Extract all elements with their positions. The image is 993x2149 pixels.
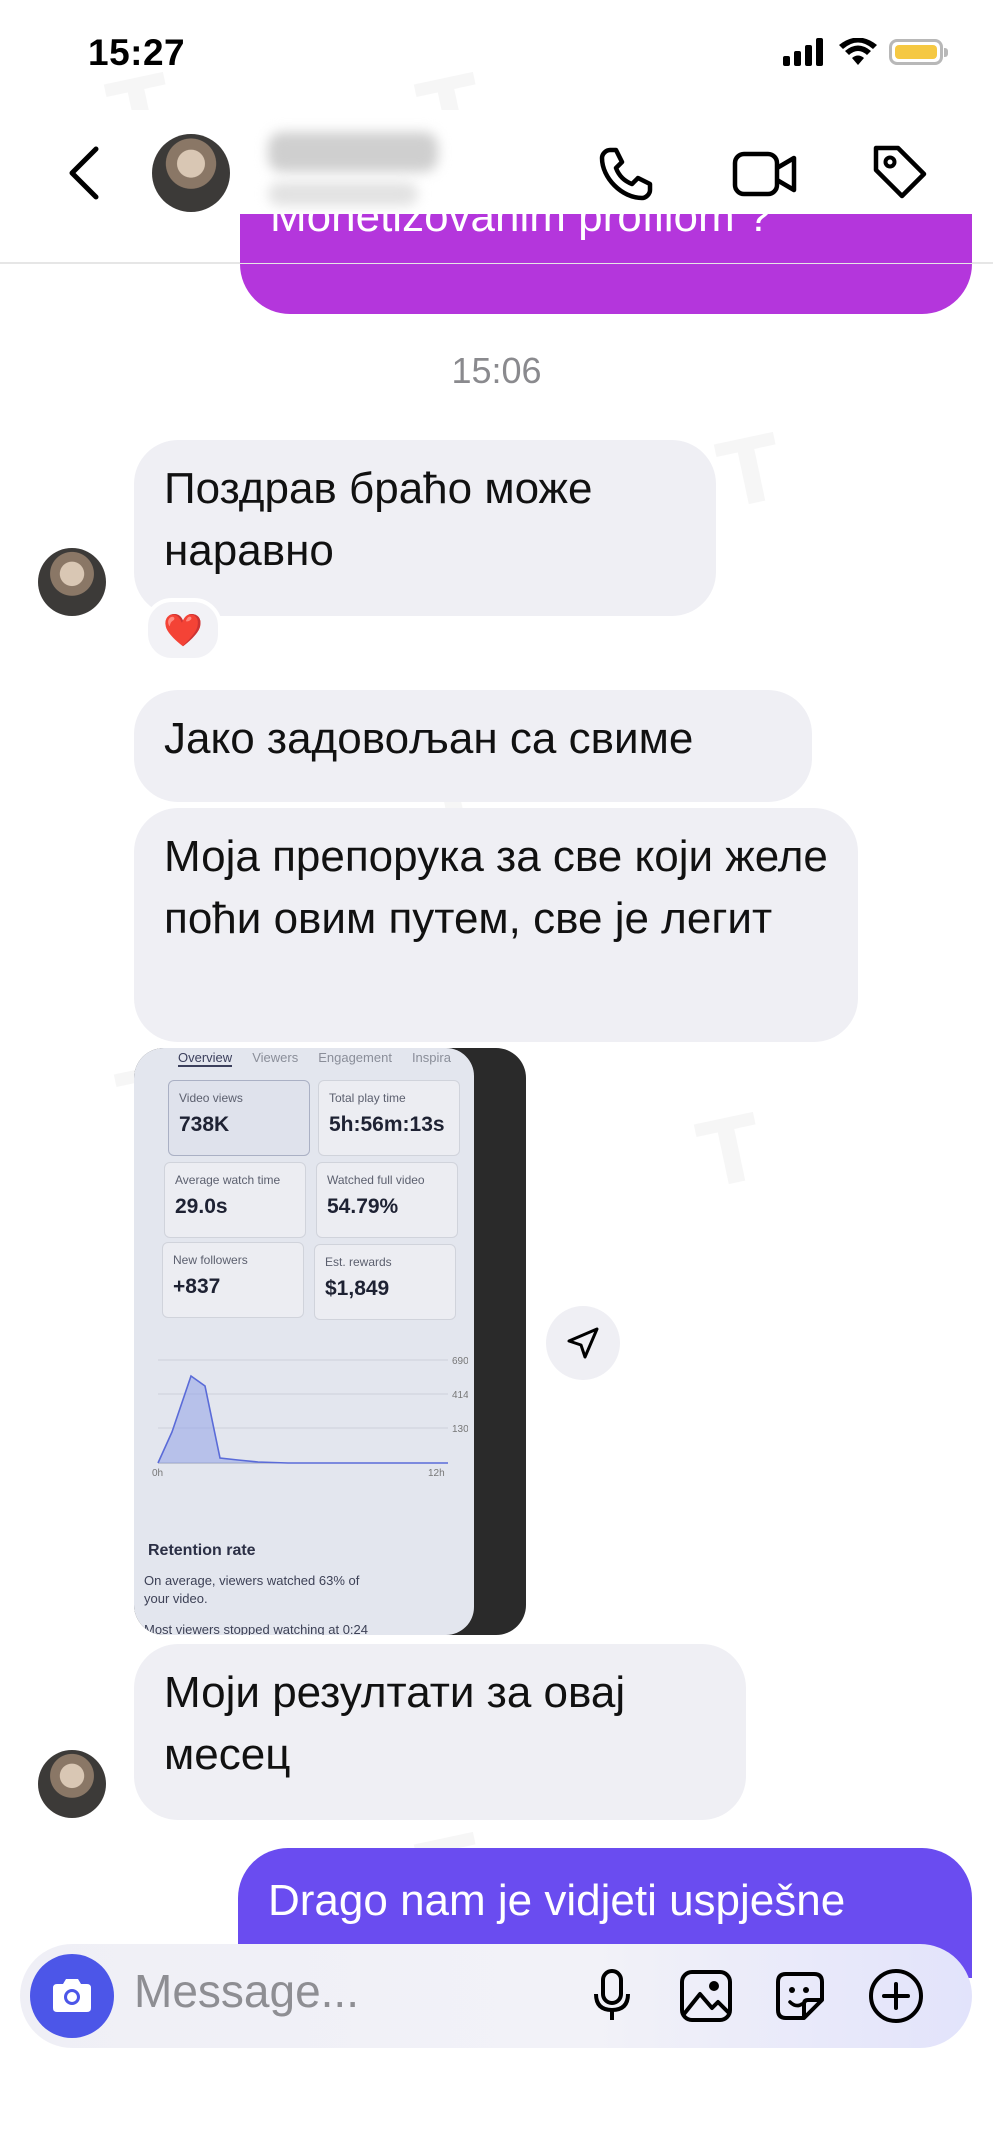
analytics-screenshot: Overview Viewers Engagement Inspira Vide… [134, 1048, 474, 1635]
sender-avatar[interactable] [38, 548, 106, 616]
incoming-message-bubble[interactable]: Поздрав браћо може наравно [134, 440, 716, 616]
incoming-message-bubble[interactable]: Моји резултати за овај месец [134, 1644, 746, 1820]
incoming-message-bubble[interactable]: Моја препорука за све који желе поћи ови… [134, 808, 858, 1042]
plus-circle-icon[interactable] [866, 1966, 926, 2026]
cellular-signal-icon [783, 38, 823, 66]
phone-icon[interactable] [598, 146, 654, 202]
contact-avatar[interactable] [152, 134, 230, 212]
message-timestamp: 15:06 [451, 350, 542, 391]
header-divider [0, 255, 993, 264]
chart-y-tick: 130 [452, 1424, 468, 1435]
image-icon[interactable] [678, 1968, 734, 2024]
back-arrow-icon[interactable] [66, 145, 102, 201]
stat-card: Video views 738K [168, 1080, 310, 1156]
chart-y-tick: 414 [452, 1390, 468, 1401]
status-time: 15:27 [88, 32, 186, 73]
outgoing-message-text: Drago nam je vidjeti uspješne [268, 1876, 846, 1925]
camera-icon [53, 1979, 91, 2012]
share-button[interactable] [546, 1306, 620, 1380]
stat-card: Est. rewards $1,849 [314, 1244, 456, 1320]
stat-card: Average watch time 29.0s [164, 1162, 306, 1238]
chart-y-tick: 690 [452, 1356, 468, 1367]
retention-cut-text: Most viewers stopped watching at 0:24 [144, 1622, 369, 1635]
tag-icon[interactable] [870, 142, 930, 202]
heart-reaction[interactable]: ❤️ [144, 598, 222, 662]
sender-avatar[interactable] [38, 1750, 106, 1818]
battery-icon [889, 39, 948, 65]
incoming-message-text: Поздрав браћо може наравно [164, 464, 593, 575]
incoming-message-text: Јако задовољан са свиме [164, 714, 694, 763]
incoming-message-text: Моја препорука за све који желе поћи ови… [164, 832, 828, 943]
watermark: T [710, 415, 792, 530]
tab-engagement: Engagement [318, 1050, 392, 1065]
shared-image[interactable]: Overview Viewers Engagement Inspira Vide… [134, 1048, 526, 1635]
outgoing-message-bubble[interactable]: Monetizovanim profilom ? [240, 214, 972, 314]
tab-inspiration: Inspira [411, 1050, 451, 1065]
watermark: T [690, 1095, 772, 1210]
incoming-message-text: Моји резултати за овај месец [164, 1668, 626, 1779]
stat-card: New followers +837 [162, 1242, 304, 1318]
camera-button[interactable] [30, 1954, 114, 2038]
chart-x-start: 0h [152, 1468, 163, 1478]
analytics-tabs: Overview Viewers Engagement Inspira [178, 1050, 451, 1067]
stat-card: Total play time 5h:56m:13s [318, 1080, 460, 1156]
contact-name-blurred[interactable] [268, 132, 438, 172]
heart-icon: ❤️ [163, 612, 203, 648]
message-input[interactable]: Message... [134, 1964, 359, 2018]
incoming-message-bubble[interactable]: Јако задовољан са свиме [134, 690, 812, 802]
send-icon [567, 1327, 599, 1359]
contact-subtitle-blurred [268, 182, 418, 206]
tab-viewers: Viewers [252, 1050, 299, 1065]
video-camera-icon[interactable] [732, 146, 798, 202]
retention-text: On average, viewers watched 63% of your … [144, 1573, 360, 1606]
tab-overview: Overview [178, 1050, 233, 1067]
microphone-icon[interactable] [592, 1968, 632, 2024]
status-icons [783, 38, 948, 66]
retention-mini-chart: 690 414 130 0h 12h [152, 1356, 468, 1478]
wifi-icon [839, 38, 877, 65]
outgoing-message-text: Monetizovanim profilom ? [270, 214, 772, 241]
chart-x-end: 12h [428, 1468, 445, 1478]
sticker-icon[interactable] [772, 1968, 828, 2024]
retention-title: Retention rate [148, 1542, 256, 1559]
stat-card: Watched full video 54.79% [316, 1162, 458, 1238]
